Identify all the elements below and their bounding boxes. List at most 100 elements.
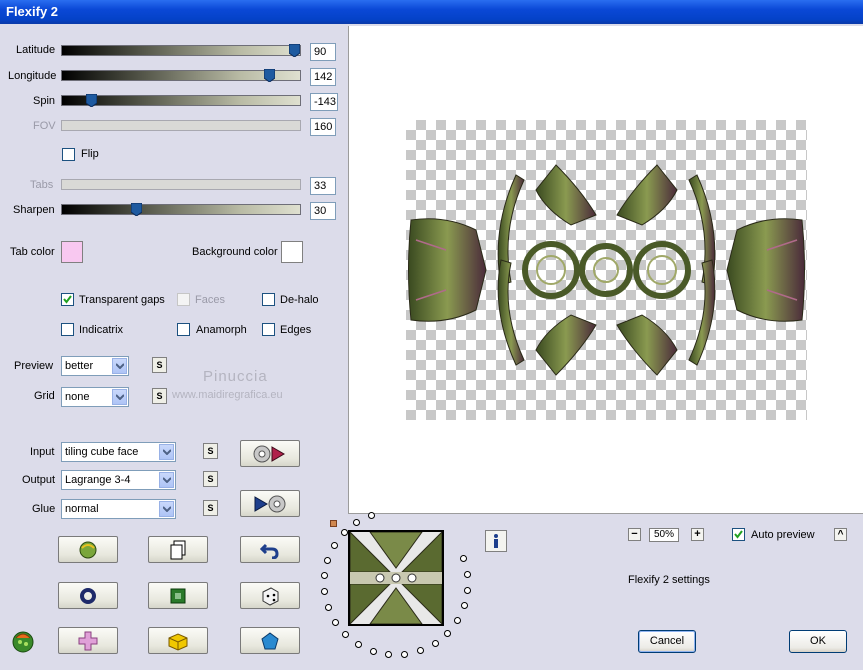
navigator-dot[interactable] [464,586,472,594]
preview-s-button[interactable]: S [152,357,167,373]
latitude-slider-thumb[interactable] [289,44,301,57]
grid-label: Grid [34,390,55,402]
navigator-dot[interactable] [354,640,362,648]
navigator-dot[interactable] [369,647,377,655]
navigator-dot[interactable] [431,639,439,647]
navigator-dot[interactable] [320,572,328,580]
glue-select-value: normal [65,503,99,515]
preview-label: Preview [14,360,54,372]
ring-button[interactable] [58,582,118,609]
anamorph-checkbox[interactable] [177,323,190,336]
yellow-cube-icon [168,632,188,651]
navigator-dot[interactable] [321,588,329,596]
sharpen-slider[interactable] [61,203,301,216]
indicatrix-label: Indicatrix [79,324,124,336]
navigator-dot[interactable] [460,554,468,562]
info-button[interactable] [485,530,507,552]
cross-button[interactable] [58,627,118,654]
output-select[interactable]: Lagrange 3-4 [61,470,176,490]
navigator-dot[interactable] [401,650,409,658]
grid-select[interactable]: none [61,387,129,407]
navigator-handle[interactable] [330,520,337,527]
de-halo-checkbox[interactable] [262,293,275,306]
navigator-dot[interactable] [444,629,452,637]
square-button[interactable] [148,582,208,609]
sharpen-value[interactable]: 30 [310,202,336,220]
play-to-disc-icon [254,495,286,512]
navigator-dot[interactable] [385,651,393,659]
window-title: Flexify 2 [6,4,59,19]
watermark-url: www.maidiregrafica.eu [172,389,283,401]
flip-label: Flip [81,148,99,160]
fov-slider [61,120,301,131]
output-label: Output [22,474,56,486]
preview-pane[interactable] [348,26,863,514]
load-input-image-button[interactable] [240,440,300,467]
copy-button[interactable] [148,536,208,563]
navigator-dot[interactable] [460,602,468,610]
transparent-gaps-checkbox[interactable] [61,293,74,306]
tab-color-label: Tab color [10,246,55,258]
cancel-button[interactable]: Cancel [638,630,696,653]
dice-icon [262,586,279,606]
longitude-label: Longitude [8,70,57,82]
ok-button[interactable]: OK [789,630,847,653]
flip-checkbox[interactable] [62,148,75,161]
output-s-button[interactable]: S [203,471,218,487]
zoom-out-button[interactable]: − [628,528,641,541]
navigator-dot[interactable] [324,556,332,564]
undo-button[interactable] [240,536,300,563]
pentagon-button[interactable] [240,627,300,654]
navigator-dot[interactable] [332,618,340,626]
navigator-dot[interactable] [367,511,375,519]
plugin-logo-icon[interactable] [10,628,36,657]
glue-select[interactable]: normal [61,499,176,519]
spin-slider[interactable] [61,94,301,107]
grid-s-button[interactable]: S [152,388,167,404]
spin-value[interactable]: -143 [310,93,338,111]
longitude-value[interactable]: 142 [310,68,336,86]
random-dice-button[interactable] [240,582,300,609]
edges-checkbox[interactable] [262,323,275,336]
settings-caption: Flexify 2 settings [628,574,710,586]
auto-preview-label: Auto preview [751,529,815,541]
send-output-image-button[interactable] [240,490,300,517]
auto-preview-checkbox[interactable] [732,528,745,541]
navigator-dot[interactable] [340,529,348,537]
longitude-slider-thumb[interactable] [264,69,276,82]
navigator-dot[interactable] [453,617,461,625]
navigator-dot[interactable] [353,519,361,527]
output-select-value: Lagrange 3-4 [65,474,131,486]
collapse-button[interactable]: ^ [834,528,847,541]
preview-select[interactable]: better [61,356,129,376]
tabs-value: 33 [310,177,336,195]
sharpen-slider-thumb[interactable] [130,203,142,216]
chevron-down-icon [112,389,127,405]
navigator-dot[interactable] [342,631,350,639]
watermark-text: Pinuccia [203,368,268,385]
cube-button[interactable] [148,627,208,654]
faces-label: Faces [195,294,225,306]
indicatrix-checkbox[interactable] [61,323,74,336]
longitude-slider[interactable] [61,69,301,82]
fov-label: FOV [33,120,56,132]
navigator-dot[interactable] [331,541,339,549]
latitude-slider[interactable] [61,44,301,57]
title-bar: Flexify 2 [0,0,863,24]
chevron-down-icon [159,472,174,488]
spin-label: Spin [33,95,56,107]
info-icon [494,534,498,548]
navigator-dot[interactable] [417,647,425,655]
input-s-button[interactable]: S [203,443,218,459]
tab-color-swatch[interactable] [61,241,83,263]
latitude-value[interactable]: 90 [310,43,336,61]
spin-slider-thumb[interactable] [85,94,97,107]
zoom-in-button[interactable]: + [691,528,704,541]
navigator-dot[interactable] [324,604,332,612]
navigator-dot[interactable] [463,570,471,578]
glue-s-button[interactable]: S [203,500,218,516]
input-select[interactable]: tiling cube face [61,442,176,462]
randomize-button[interactable] [58,536,118,563]
background-color-swatch[interactable] [281,241,303,263]
navigator-thumbnail[interactable] [348,530,444,626]
